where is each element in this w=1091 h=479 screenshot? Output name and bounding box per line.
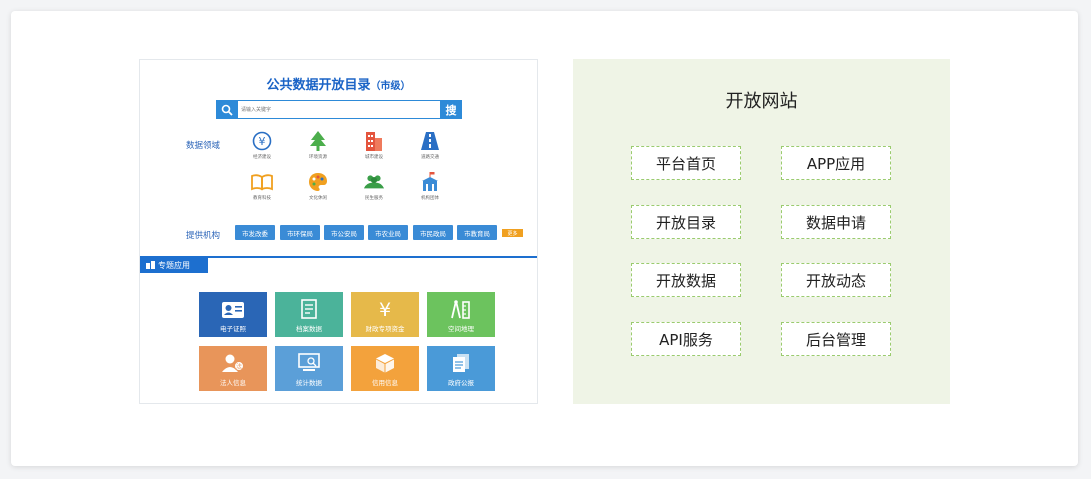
portal-title: 公共数据开放目录（市级） [266,78,411,93]
road-icon [419,130,441,152]
domain-economy[interactable]: ¥ 经济建设 [242,130,282,160]
topic-tile-finance[interactable]: ¥ 财政专项资金 [351,292,419,337]
org-button[interactable]: 市公安局 [324,225,364,240]
app-button[interactable]: APP应用 [781,146,891,180]
svg-text:¥: ¥ [379,299,391,319]
svg-text:法: 法 [236,363,242,371]
org-label: 提供机构 [186,231,221,241]
portal-screenshot: 公共数据开放目录（市级） 搜 数据领域 ¥ 经济建设 环境资源 城市建设 道路交… [139,59,538,404]
open-data-button[interactable]: 开放数据 [631,263,741,297]
topic-tile-archive[interactable]: 档案数据 [275,292,343,337]
document-icon [427,346,495,373]
org-button[interactable]: 市教育局 [457,225,497,240]
institution-icon [419,171,441,193]
domain-transport[interactable]: 道路交通 [410,130,450,160]
domain-label: 数据领域 [186,141,221,151]
open-website-panel: 开放网站 平台首页 APP应用 开放目录 数据申请 开放数据 开放动态 API服… [573,59,950,404]
open-catalog-button[interactable]: 开放目录 [631,205,741,239]
home-button[interactable]: 平台首页 [631,146,741,180]
palette-icon [307,171,329,193]
cube-icon [351,346,419,373]
search-icon[interactable] [216,100,238,119]
building-icon [363,130,385,152]
domain-institutions[interactable]: 机构团体 [410,171,450,201]
org-button[interactable]: 市环保局 [280,225,320,240]
people-icon [363,171,385,193]
topic-tile-gazette[interactable]: 政府公报 [427,346,495,391]
api-service-button[interactable]: API服务 [631,322,741,356]
search-bar: 搜 [216,100,462,119]
domain-environment[interactable]: 环境资源 [298,130,338,160]
domain-livelihood[interactable]: 民生服务 [354,171,394,201]
topic-tile-e-license[interactable]: 电子证照 [199,292,267,337]
search-input[interactable] [238,100,440,119]
topic-tile-credit[interactable]: 信用信息 [351,346,419,391]
data-request-button[interactable]: 数据申请 [781,205,891,239]
yen-icon: ¥ [351,292,419,319]
legal-person-icon: 法 [199,346,267,373]
more-button[interactable]: 更多 [502,229,523,237]
yen-icon: ¥ [251,130,273,152]
topic-tab[interactable]: 专题应用 [140,258,208,273]
topic-tile-geo[interactable]: 空间地理 [427,292,495,337]
open-news-button[interactable]: 开放动态 [781,263,891,297]
file-icon [275,292,343,319]
book-icon [251,171,273,193]
admin-button[interactable]: 后台管理 [781,322,891,356]
id-card-icon [199,292,267,319]
monitor-icon [275,346,343,373]
org-button[interactable]: 市农业局 [368,225,408,240]
org-button[interactable]: 市发改委 [235,225,275,240]
tree-icon [307,130,329,152]
compass-icon [427,292,495,319]
search-button[interactable]: 搜 [440,100,462,119]
svg-text:¥: ¥ [259,135,266,148]
domain-culture[interactable]: 文化休闲 [298,171,338,201]
panel-title: 开放网站 [725,91,798,112]
building-icon [146,260,155,271]
domain-urban[interactable]: 城市建设 [354,130,394,160]
topic-tile-legal-person[interactable]: 法 法人信息 [199,346,267,391]
domain-education[interactable]: 教育科技 [242,171,282,201]
org-button[interactable]: 市民政局 [413,225,453,240]
topic-tile-statistics[interactable]: 统计数据 [275,346,343,391]
